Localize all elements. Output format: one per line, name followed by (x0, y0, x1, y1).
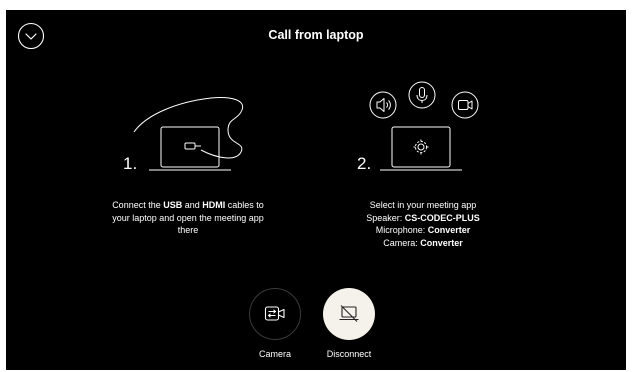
camera-button-label: Camera (258, 349, 291, 359)
disconnect-button[interactable] (323, 288, 375, 340)
microphone-setting: Microphone: Converter (375, 225, 471, 236)
step-1-number: 1. (123, 154, 138, 173)
gear-icon (413, 139, 429, 155)
step-1-instructions: Connect the USB and HDMI cables to your … (88, 199, 288, 237)
camera-setting: Camera: Converter (383, 237, 463, 248)
microphone-icon (408, 81, 436, 109)
disconnect-control: Disconnect (319, 288, 379, 359)
step-1-line-2: your laptop and open the meeting app (112, 212, 264, 223)
step-1-line-1: Connect the USB and HDMI cables to (112, 200, 264, 210)
disconnect-button-label: Disconnect (326, 349, 372, 359)
speaker-icon (369, 91, 397, 119)
speaker-setting: Speaker: CS-CODEC-PLUS (366, 212, 480, 223)
page-title: Call from laptop (268, 28, 364, 42)
step-2-number: 2. (357, 154, 372, 173)
camera-control: Camera (245, 288, 305, 359)
step-2-instructions: Select in your meeting app Speaker: CS-C… (338, 199, 508, 249)
step-1-line-3: there (177, 225, 199, 236)
call-from-laptop-screen: Call from laptop 1. 2. Connect the USB a… (6, 10, 626, 370)
camera-switch-icon (264, 306, 285, 321)
step-2-line-1: Select in your meeting app (369, 200, 477, 210)
video-camera-icon (451, 91, 479, 119)
device-selection-illustration (368, 81, 508, 185)
laptop-disconnect-icon (339, 305, 359, 322)
camera-button[interactable] (249, 288, 301, 340)
